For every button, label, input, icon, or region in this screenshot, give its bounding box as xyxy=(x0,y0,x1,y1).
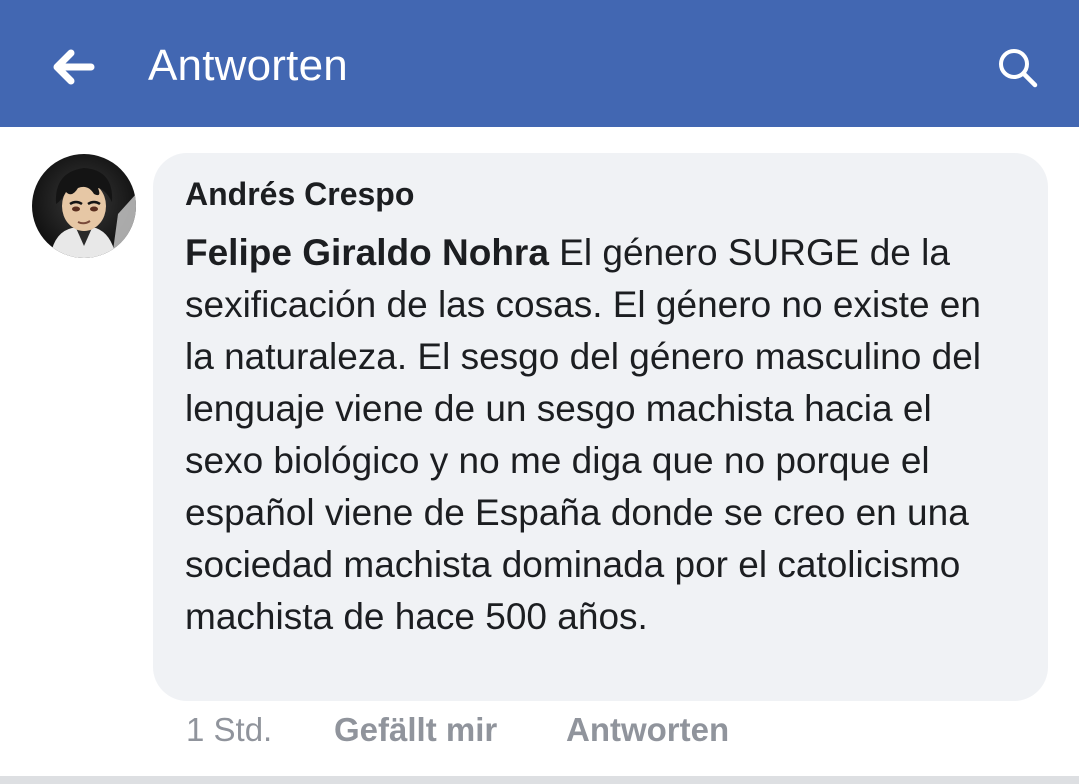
back-button[interactable] xyxy=(46,40,100,94)
comment-body: Felipe Giraldo Nohra El género SURGE de … xyxy=(185,227,1005,643)
mention-link[interactable]: Felipe Giraldo Nohra xyxy=(185,232,549,273)
comment-bubble: Andrés Crespo Felipe Giraldo Nohra El gé… xyxy=(153,153,1048,701)
page-title: Antworten xyxy=(148,41,348,90)
divider xyxy=(0,776,1079,784)
arrow-left-icon xyxy=(53,49,95,85)
comment-timestamp: 1 Std. xyxy=(186,711,273,748)
search-button[interactable] xyxy=(990,40,1046,96)
comment-author[interactable]: Andrés Crespo xyxy=(185,175,1016,213)
avatar-image xyxy=(32,154,136,258)
like-button[interactable]: Gefällt mir xyxy=(334,710,497,750)
app-bar: Antworten xyxy=(0,0,1079,127)
avatar[interactable] xyxy=(32,154,136,258)
comment-text: El género SURGE de la sexificación de la… xyxy=(185,232,981,637)
search-icon xyxy=(999,49,1038,88)
reply-button[interactable]: Antworten xyxy=(566,710,729,750)
